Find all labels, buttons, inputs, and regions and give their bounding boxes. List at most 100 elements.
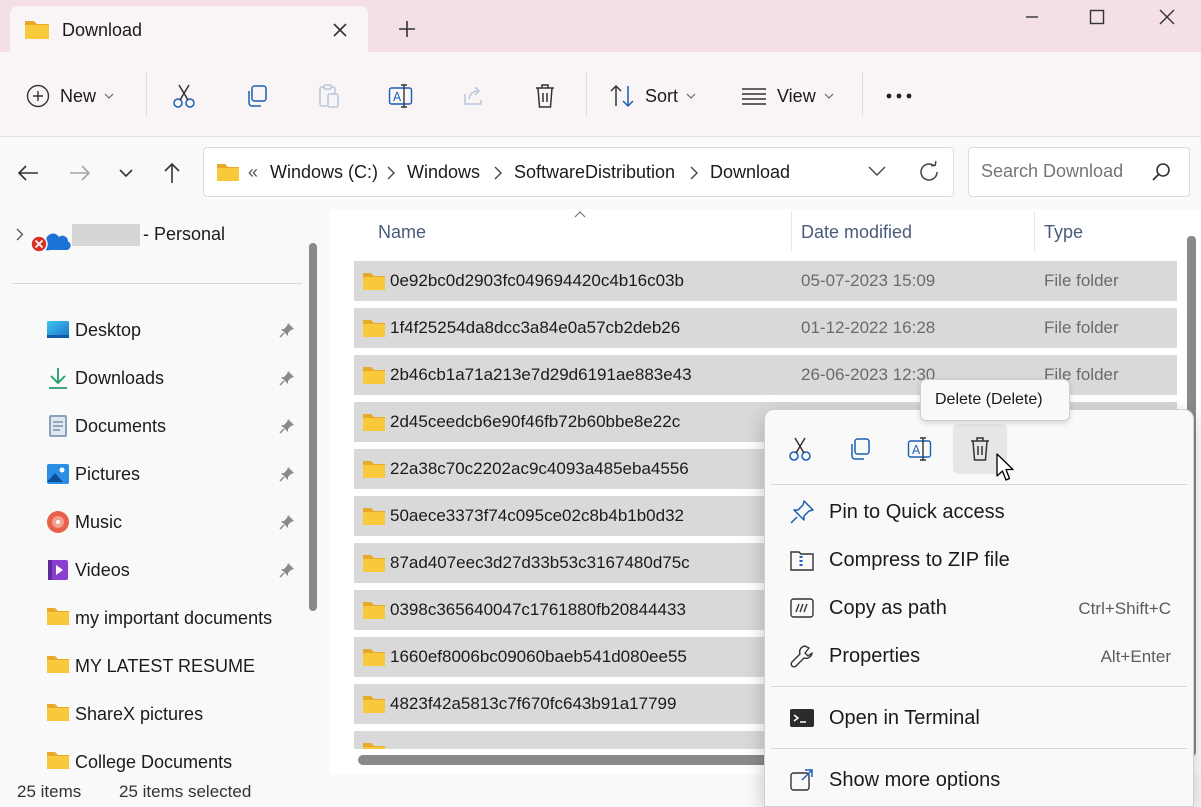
chevron-right-icon[interactable] — [690, 166, 698, 180]
nav-item-pictures[interactable]: Pictures — [0, 454, 305, 494]
tooltip: Delete (Delete) — [920, 379, 1070, 421]
folder-icon — [362, 318, 386, 338]
context-copy-button[interactable] — [833, 424, 887, 474]
file-name: 1f4f25254da8dcc3a84e0a57cb2deb26 — [390, 318, 681, 337]
scissors-icon — [788, 436, 812, 462]
nav-item-music[interactable]: Music — [0, 502, 305, 542]
minimize-button[interactable] — [1008, 0, 1056, 34]
recent-locations-button[interactable] — [112, 159, 140, 187]
address-overflow[interactable]: « — [248, 162, 258, 183]
expand-chevron-icon[interactable] — [16, 228, 24, 241]
nav-item-documents[interactable]: Documents — [0, 406, 305, 446]
address-segment-windows[interactable]: Windows — [407, 162, 480, 183]
new-tab-button[interactable] — [394, 16, 420, 42]
paste-button[interactable] — [317, 76, 341, 116]
back-button[interactable] — [14, 159, 42, 187]
context-item-properties[interactable]: Properties Alt+Enter — [771, 634, 1187, 678]
nav-label-pictures: Pictures — [75, 464, 141, 484]
address-segment-softwaredistribution[interactable]: SoftwareDistribution — [514, 162, 675, 183]
pin-icon — [789, 499, 815, 525]
pin-icon[interactable] — [279, 322, 295, 338]
chevron-right-icon[interactable] — [494, 166, 502, 180]
nav-item-onedrive[interactable]: - Personal — [0, 214, 305, 254]
address-bar[interactable]: « Windows (C:) Windows SoftwareDistribut… — [203, 147, 954, 197]
context-item-label: Compress to ZIP file — [829, 549, 1010, 571]
folder-icon — [362, 412, 386, 432]
pin-icon[interactable] — [279, 418, 295, 434]
nav-item-college-documents[interactable]: College Documents — [0, 742, 305, 775]
nav-label-my-important-documents: my important documents — [75, 608, 273, 628]
forward-button[interactable] — [66, 159, 94, 187]
search-icon[interactable] — [1151, 162, 1171, 182]
clipboard-icon — [317, 83, 341, 109]
pin-icon[interactable] — [279, 514, 295, 530]
toolbar-divider — [586, 72, 587, 116]
folder-icon — [362, 553, 386, 573]
nav-scrollbar[interactable] — [308, 243, 318, 613]
share-button[interactable] — [461, 76, 485, 116]
new-button[interactable]: New — [26, 76, 114, 116]
context-item-show-more-options[interactable]: Show more options — [771, 758, 1187, 802]
nav-item-videos[interactable]: Videos — [0, 550, 305, 590]
sort-button[interactable]: Sort — [609, 76, 696, 116]
context-separator — [771, 748, 1187, 749]
search-box[interactable] — [968, 147, 1190, 197]
column-divider[interactable] — [1034, 211, 1035, 251]
nav-item-my-important-documents[interactable]: my important documents — [0, 598, 305, 638]
context-item-open-terminal[interactable]: Open in Terminal — [771, 696, 1187, 740]
file-date: 01-12-2022 16:28 — [801, 318, 936, 337]
nav-label-videos: Videos — [75, 560, 130, 580]
address-segment-drive[interactable]: Windows (C:) — [270, 162, 378, 183]
column-header-type[interactable]: Type — [1044, 222, 1083, 243]
context-item-pin-quick-access[interactable]: Pin to Quick access — [771, 490, 1187, 534]
cut-button[interactable] — [172, 76, 196, 116]
context-rename-button[interactable]: A — [893, 424, 947, 474]
file-row[interactable]: 0e92bc0d2903fc049694420c4b16c03b 05-07-2… — [354, 261, 1177, 301]
toolbar-divider — [146, 72, 147, 116]
context-cut-button[interactable] — [773, 424, 827, 474]
video-icon — [46, 558, 70, 582]
pin-icon[interactable] — [279, 370, 295, 386]
horizontal-scrollbar[interactable] — [358, 755, 798, 765]
folder-icon — [46, 606, 70, 630]
tab-strip: Download — [0, 0, 1201, 52]
rename-button[interactable]: A — [388, 76, 414, 116]
file-name: 4823f42a5813c7f670fc643b91a17799 — [390, 694, 677, 713]
copy-icon — [245, 84, 269, 108]
search-input[interactable] — [979, 160, 1143, 183]
view-button[interactable]: View — [741, 76, 834, 116]
more-options-button[interactable] — [886, 76, 912, 116]
file-row[interactable]: 1f4f25254da8dcc3a84e0a57cb2deb26 01-12-2… — [354, 308, 1177, 348]
context-item-label: Open in Terminal — [829, 707, 980, 729]
close-tab-icon[interactable] — [328, 18, 352, 42]
nav-item-my-latest-resume[interactable]: MY LATEST RESUME — [0, 646, 305, 686]
tab-download[interactable]: Download — [10, 6, 368, 52]
copy-button[interactable] — [245, 76, 269, 116]
column-header-date[interactable]: Date modified — [801, 222, 912, 243]
context-item-compress-zip[interactable]: Compress to ZIP file — [771, 538, 1187, 582]
pin-icon[interactable] — [279, 562, 295, 578]
chevron-right-icon[interactable] — [387, 166, 395, 180]
context-item-label: Properties — [829, 645, 921, 667]
nav-item-sharex-pictures[interactable]: ShareX pictures — [0, 694, 305, 734]
refresh-icon[interactable] — [918, 161, 940, 183]
nav-scrollbar-thumb[interactable] — [309, 243, 317, 611]
close-window-button[interactable] — [1143, 0, 1191, 34]
address-history-chevron-icon[interactable] — [868, 166, 886, 176]
up-button[interactable] — [158, 159, 186, 187]
mouse-cursor-icon — [996, 453, 1016, 483]
pin-icon[interactable] — [279, 466, 295, 482]
context-item-copy-as-path[interactable]: Copy as path Ctrl+Shift+C — [771, 586, 1187, 630]
file-date: 26-06-2023 12:30 — [801, 365, 936, 384]
nav-item-downloads[interactable]: Downloads — [0, 358, 305, 398]
context-item-label: Show more options — [829, 769, 1001, 791]
context-menu: A Pin to Quick access Compress to ZIP fi… — [764, 409, 1194, 807]
document-icon — [46, 414, 70, 438]
address-segment-download[interactable]: Download — [710, 162, 790, 183]
column-divider[interactable] — [791, 211, 792, 251]
column-header-name[interactable]: Name — [378, 222, 426, 243]
maximize-button[interactable] — [1073, 0, 1121, 34]
redacted-account-name — [72, 224, 140, 246]
delete-button[interactable] — [533, 76, 557, 116]
nav-item-desktop[interactable]: Desktop — [0, 310, 305, 350]
